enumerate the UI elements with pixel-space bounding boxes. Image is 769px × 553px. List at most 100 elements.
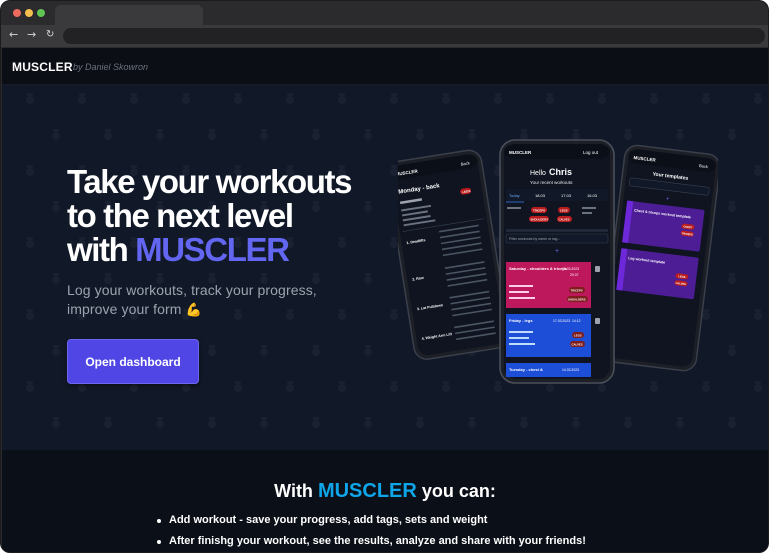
center-date-2: 17.03 [561,193,572,198]
minimize-window-button[interactable] [25,9,33,17]
pattern-kettlebell-icon [754,237,762,248]
pattern-kettlebell-icon [208,129,216,140]
pattern-kettlebell-icon [754,93,762,104]
pattern-kettlebell-icon [728,273,736,284]
hero-title-line-3-prefix: with [67,231,136,268]
pattern-kettlebell-icon [494,93,502,104]
pattern-kettlebell-icon [52,201,60,212]
pattern-kettlebell-icon [728,417,736,428]
pattern-kettlebell-icon [754,309,762,320]
pattern-kettlebell-icon [130,93,138,104]
pattern-kettlebell-icon [416,417,424,428]
center-card-2-date: 17.03.2023 [553,319,570,323]
pattern-kettlebell-icon [650,93,658,104]
center-card-1-tag-2: SHOULDERS [568,297,586,301]
pattern-kettlebell-icon [520,417,528,428]
pattern-kettlebell-icon [208,417,216,428]
pattern-kettlebell-icon [442,93,450,104]
hero-title-line-2: to the next level [67,197,294,234]
center-tag-4: CALVES [559,217,570,221]
center-card-2-name: Friday - legs [509,318,533,323]
hero-subtitle: Log your workouts, track your progress, … [67,281,357,319]
center-card-1-name: Saturday - shoulders & triceps [509,266,568,271]
address-bar[interactable] [63,28,765,44]
center-tag-1: TRICEPS [533,208,545,212]
center-card-3-name: Tuesday - chest & [509,367,543,372]
site-header: MUSCLER by Daniel Skowron [2,48,768,85]
center-card-3-date: 14.03.2023 [562,368,579,372]
forward-arrow-icon[interactable]: → [27,28,36,42]
pattern-kettlebell-icon [26,165,34,176]
pattern-kettlebell-icon [26,93,34,104]
pattern-kettlebell-icon [468,417,476,428]
back-arrow-icon[interactable]: ← [9,28,18,42]
center-logout-link: Log out [583,150,599,155]
pattern-kettlebell-icon [156,417,164,428]
browser-tab[interactable] [55,5,203,25]
features-list: Add workout - save your progress, add ta… [156,510,586,552]
pattern-kettlebell-icon [104,129,112,140]
center-card-2-time: 14:12 [572,319,581,323]
pattern-kettlebell-icon [234,381,242,392]
pattern-kettlebell-icon [312,345,320,356]
center-date-3: 16.03 [587,193,598,198]
hero-title-brand: MUSCLER [135,231,290,268]
pattern-kettlebell-icon [338,93,346,104]
pattern-kettlebell-icon [624,417,632,428]
pattern-kettlebell-icon [728,129,736,140]
browser-toolbar: ← → ↻ [1,25,768,47]
pattern-kettlebell-icon [364,345,372,356]
flexed-biceps-icon: 💪 [185,302,202,317]
browser-window: ← → ↻ MUSCLER by Daniel Skowron Take you… [0,0,769,553]
pattern-kettlebell-icon [182,93,190,104]
center-card-2-tag-1: LEGS [574,333,582,337]
pattern-kettlebell-icon [156,129,164,140]
center-tag-2: LEGS [560,208,568,212]
pattern-kettlebell-icon [390,381,398,392]
brand-logo[interactable]: MUSCLER [12,60,73,74]
close-window-button[interactable] [13,9,21,17]
pattern-kettlebell-icon [676,417,684,428]
center-card-2-tag-2: CALVES [572,342,583,346]
features-title-prefix: With [274,481,313,501]
pattern-kettlebell-icon [702,93,710,104]
pattern-kettlebell-icon [312,129,320,140]
reload-icon[interactable]: ↻ [46,28,54,42]
pattern-kettlebell-icon [26,381,34,392]
pattern-kettlebell-icon [52,417,60,428]
pattern-kettlebell-icon [52,273,60,284]
hero-section: Take your workouts to the next level wit… [2,85,768,450]
pattern-kettlebell-icon [234,93,242,104]
features-title-brand: MUSCLER [317,480,417,502]
pattern-kettlebell-icon [286,93,294,104]
features-title-suffix: you can: [421,481,496,501]
maximize-window-button[interactable] [37,9,45,17]
pattern-kettlebell-icon [260,129,268,140]
pattern-kettlebell-icon [26,309,34,320]
center-tag-3: SHOULDERS [531,217,549,221]
pattern-kettlebell-icon [728,345,736,356]
browser-titlebar [1,1,768,25]
center-filter-input: Filter workouts by name or tag... [509,237,560,241]
pattern-kettlebell-icon [572,417,580,428]
web-page: MUSCLER by Daniel Skowron Take your work… [2,48,768,552]
center-card-1-time: 20:37 [570,273,579,277]
hero-title: Take your workouts to the next level wit… [67,165,397,267]
pattern-kettlebell-icon [754,381,762,392]
hero-title-line-1: Take your workouts [67,163,353,200]
phone-left: MUSCLER Back Monday - back LEGS 1. Deadl… [398,149,510,360]
center-card-1-date: 19.03.2023 [562,267,579,271]
phone-right: MUSCLER Back Your templates + Chest & tr… [600,144,718,372]
pattern-kettlebell-icon [364,129,372,140]
pattern-kettlebell-icon [312,417,320,428]
center-card-1-trash-icon [595,266,600,272]
pattern-kettlebell-icon [26,237,34,248]
pattern-kettlebell-icon [52,129,60,140]
center-greeting-name: Chris [549,167,572,177]
pattern-kettlebell-icon [364,273,372,284]
open-dashboard-button[interactable]: Open dashboard [67,339,199,384]
pattern-kettlebell-icon [338,381,346,392]
center-app-brand: MUSCLER [509,150,532,155]
center-date-1: 18.03 [535,193,546,198]
pattern-kettlebell-icon [598,93,606,104]
